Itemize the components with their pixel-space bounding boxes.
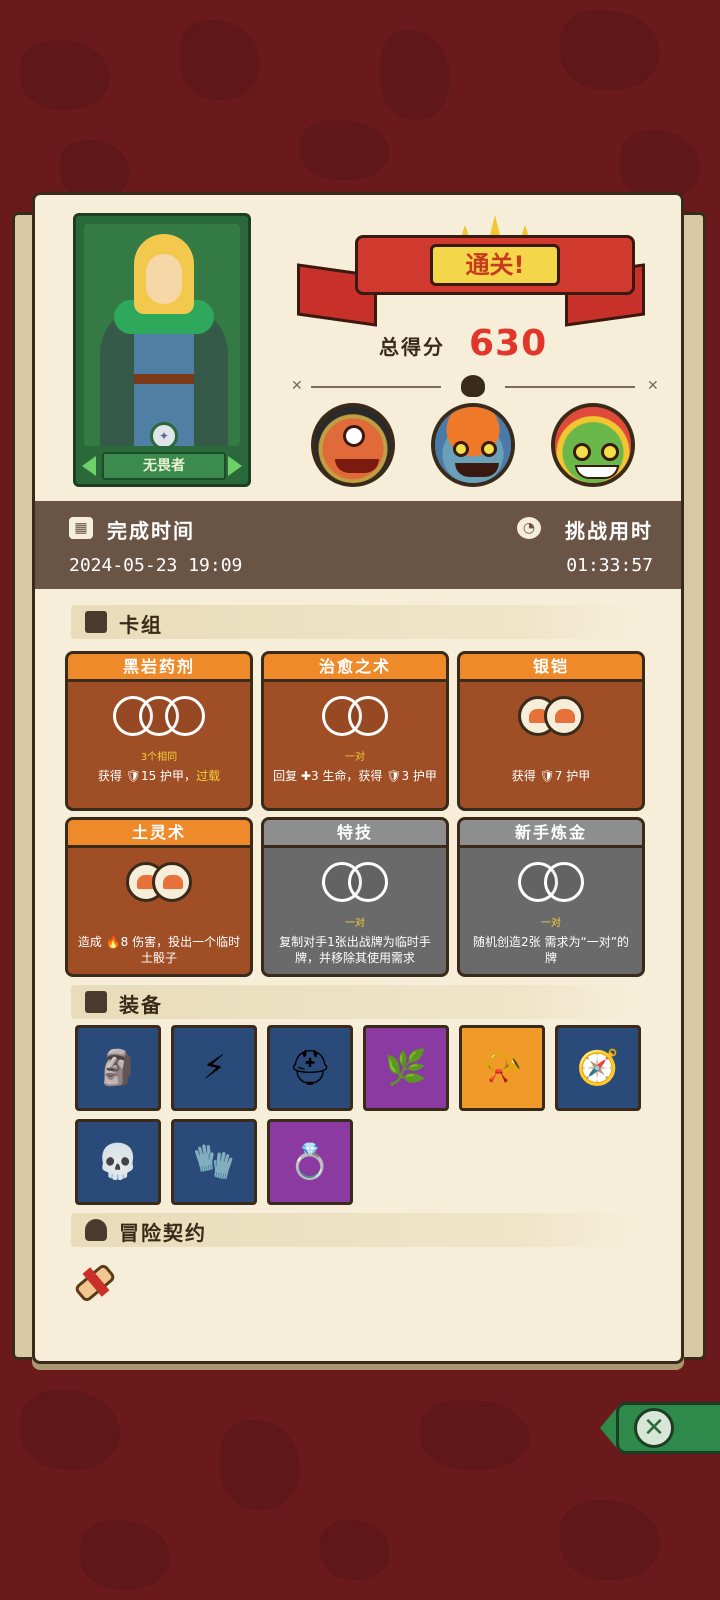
herb-icon: 🌿 xyxy=(384,1048,428,1088)
enemy-goblin-king-portrait[interactable] xyxy=(551,403,635,487)
crossed-swords-icon: ✕ xyxy=(647,378,659,394)
slot-requirement xyxy=(68,914,250,928)
dice-slots xyxy=(264,858,446,914)
equipment-header-label: 装备 xyxy=(119,993,163,1017)
next-arrow-icon xyxy=(228,456,242,476)
victory-banner: 通关! xyxy=(355,235,635,295)
slot-requirement: 一对 xyxy=(345,918,365,929)
helmet-icon: ⛑ xyxy=(288,1048,332,1088)
deck-card-title: 土灵术 xyxy=(68,820,250,848)
lightning-orb-icon: ⚡ xyxy=(202,1048,226,1088)
effect-icon: 🔥 xyxy=(105,935,121,949)
close-button[interactable]: ✕ xyxy=(600,1396,720,1460)
box-icon xyxy=(85,991,107,1013)
equipment-slot[interactable]: 📯 xyxy=(459,1025,545,1111)
equipment-slot[interactable]: 🗿 xyxy=(75,1025,161,1111)
hero-portrait: ✦ xyxy=(84,224,240,446)
hero-card[interactable]: ✦ 无畏者 xyxy=(73,213,251,487)
deck-card[interactable]: 治愈之术一对回复 ✚3 生命，获得 🛡3 护甲 xyxy=(261,651,449,811)
contract-header-label: 冒险契约 xyxy=(119,1221,207,1245)
dice-slot xyxy=(544,862,584,902)
equipment-slot[interactable]: 🧤 xyxy=(171,1119,257,1205)
effect-icon: 🛡 xyxy=(539,769,555,783)
score-label: 总得分 xyxy=(379,335,445,359)
dice-slots xyxy=(68,858,250,914)
stats-strip: ▦ 完成时间 ◔ 挑战用时 2024-05-23 19:09 01:33:57 xyxy=(35,501,681,589)
duration-value: 01:33:57 xyxy=(566,555,653,576)
stopwatch-icon: ◔ xyxy=(517,517,541,539)
prev-arrow-icon xyxy=(82,456,96,476)
earth-dice-slot-icon xyxy=(544,696,584,736)
armor-compass-icon: 🧭 xyxy=(576,1048,620,1088)
deck-card-description: 回复 ✚3 生命，获得 🛡3 护甲 xyxy=(273,769,437,783)
crossed-swords-icon: ✕ xyxy=(291,378,303,394)
dice-slot xyxy=(348,696,388,736)
equipment-slot[interactable]: 💀 xyxy=(75,1119,161,1205)
enemy-cyclops-portrait[interactable] xyxy=(311,403,395,487)
deck-card-description: 复制对手1张出战牌为临时手牌，并移除其使用需求 xyxy=(279,935,431,965)
equipment-slot[interactable]: 🌿 xyxy=(363,1025,449,1111)
deck-card[interactable]: 黑岩药剂 3个相同获得 🛡15 护甲，过载 xyxy=(65,651,253,811)
skull-icon xyxy=(461,375,485,397)
equipment-slot[interactable]: 🧭 xyxy=(555,1025,641,1111)
completion-time-value: 2024-05-23 19:09 xyxy=(69,555,243,576)
equipment-slot[interactable]: ⛑ xyxy=(267,1025,353,1111)
deck-card-title: 黑岩药剂 xyxy=(68,654,250,682)
deck-card-title: 银铠 xyxy=(460,654,642,682)
deck-card-description: 随机创造2张 需求为“一对”的牌 xyxy=(473,935,629,965)
contract-section-header: 冒险契约 xyxy=(71,1213,635,1247)
dice-slot xyxy=(165,696,205,736)
deck-card-title: 新手炼金 xyxy=(460,820,642,848)
totem-icon: 🗿 xyxy=(96,1048,140,1088)
skull-icon: 💀 xyxy=(96,1142,140,1182)
horn-icon: 📯 xyxy=(480,1048,524,1088)
slot-requirement: 一对 xyxy=(541,918,561,929)
deck-card[interactable]: 土灵术造成 🔥8 伤害，投出一个临时土骰子 xyxy=(65,817,253,977)
slot-requirement xyxy=(460,748,642,762)
equipment-section-header: 装备 xyxy=(71,985,635,1019)
equipment-slot[interactable]: ⚡ xyxy=(171,1025,257,1111)
deck-card-description: 获得 🛡15 护甲，过载 xyxy=(97,769,221,783)
deck-card-title: 治愈之术 xyxy=(264,654,446,682)
score-value: 630 xyxy=(469,323,548,364)
dice-slots xyxy=(460,858,642,914)
cards-icon xyxy=(85,611,107,633)
dice-slots xyxy=(460,692,642,748)
dice-slots xyxy=(68,692,250,748)
dice-slot xyxy=(348,862,388,902)
deck-card-description: 造成 🔥8 伤害，投出一个临时土骰子 xyxy=(77,935,241,965)
deck-card[interactable]: 银铠获得 🛡7 护甲 xyxy=(457,651,645,811)
victory-title: 通关! xyxy=(430,244,560,286)
completion-time-label: 完成时间 xyxy=(107,519,195,543)
result-panel: ✦ 无畏者 通关! 总得分 630 ✕ ✕ ▦ 完成时间 ◔ 挑战用时 2024… xyxy=(32,192,684,1364)
effect-icon: ✚ xyxy=(300,769,311,783)
ring-icon: 💍 xyxy=(288,1142,332,1182)
slot-requirement: 一对 xyxy=(345,752,365,763)
slot-requirement: 3个相同 xyxy=(140,752,178,763)
hero-name: 无畏者 xyxy=(102,452,226,480)
calendar-icon: ▦ xyxy=(69,517,93,539)
deck-card-title: 特技 xyxy=(264,820,446,848)
deck-section-header: 卡组 xyxy=(71,605,635,639)
duration-label: 挑战用时 xyxy=(565,519,653,543)
person-icon xyxy=(85,1219,107,1241)
deck-header-label: 卡组 xyxy=(119,613,163,637)
earth-dice-slot-icon xyxy=(152,862,192,902)
enemy-divider: ✕ ✕ xyxy=(291,375,661,397)
equipment-slot[interactable]: 💍 xyxy=(267,1119,353,1205)
close-icon: ✕ xyxy=(634,1408,674,1448)
deck-card-description: 获得 🛡7 护甲 xyxy=(511,769,591,783)
gauntlet-icon: 🧤 xyxy=(192,1142,236,1182)
enemy-ogre-portrait[interactable] xyxy=(431,403,515,487)
dice-slots xyxy=(264,692,446,748)
deck-card[interactable]: 新手炼金一对随机创造2张 需求为“一对”的牌 xyxy=(457,817,645,977)
contract-scroll-icon[interactable] xyxy=(69,1261,119,1307)
star-emblem-icon: ✦ xyxy=(150,422,178,446)
deck-card[interactable]: 特技一对复制对手1张出战牌为临时手牌，并移除其使用需求 xyxy=(261,817,449,977)
effect-icon: 🛡 xyxy=(125,769,141,783)
